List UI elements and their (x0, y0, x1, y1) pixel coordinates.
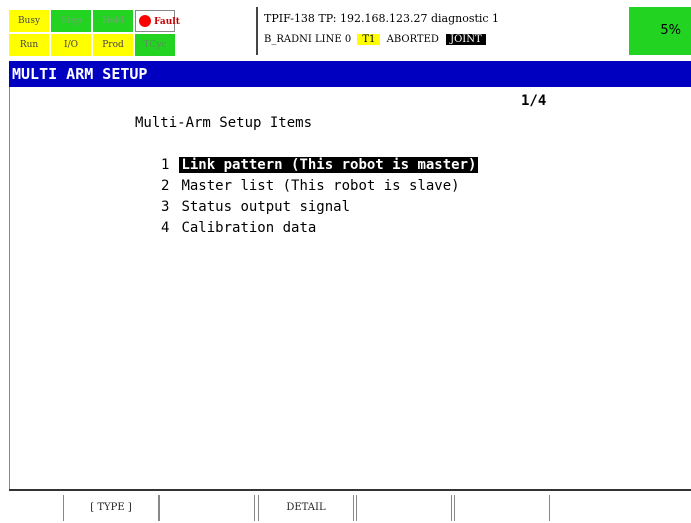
led-prod-label: Prod (102, 40, 124, 50)
led-hold-label: Hold (102, 16, 124, 26)
status-bar: Busy Step Hold Fault Run I/O Prod TCyc T… (9, 7, 691, 58)
f5-button[interactable] (454, 495, 550, 521)
program-status-line: B_RADNI LINE 0 T1 ABORTED JOINT (264, 34, 486, 45)
led-busy: Busy (9, 10, 49, 32)
menu-item-link-pattern[interactable]: 1 Link pattern (This robot is master) (161, 155, 479, 176)
f2-button[interactable] (159, 495, 255, 521)
coord-badge: JOINT (446, 34, 486, 45)
led-step-label: Step (60, 16, 82, 26)
menu-item-number: 4 (161, 220, 170, 236)
program-name: B_RADNI LINE 0 (264, 34, 352, 45)
menu-item-label: Link pattern (This robot is master) (179, 157, 479, 173)
led-run: Run (9, 34, 49, 56)
menu-item-number: 1 (161, 157, 170, 173)
led-tcyc: TCyc (135, 34, 175, 56)
menu-item-label: Calibration data (181, 220, 317, 236)
menu-item-number: 2 (161, 178, 170, 194)
led-hold: Hold (93, 10, 133, 32)
led-step: Step (51, 10, 91, 32)
menu-item-label: Master list (This robot is slave) (181, 178, 460, 194)
menu-item-number: 3 (161, 199, 170, 215)
led-io: I/O (51, 34, 91, 56)
led-prod: Prod (93, 34, 133, 56)
led-tcyc-label: TCyc (143, 40, 167, 50)
menu-item-label: Status output signal (181, 199, 351, 215)
led-fault: Fault (135, 10, 180, 32)
fault-indicator-icon (139, 15, 151, 27)
f1-type-button[interactable]: [ TYPE ] (63, 495, 159, 521)
info-panel: TPIF-138 TP: 192.168.123.27 diagnostic 1… (256, 7, 634, 55)
override-speed: 5% (629, 7, 691, 55)
menu-item-master-list[interactable]: 2 Master list (This robot is slave) (161, 176, 478, 197)
led-run-label: Run (19, 40, 39, 50)
led-io-label: I/O (64, 40, 78, 50)
setup-items-list: 1 Link pattern (This robot is master) 2 … (161, 155, 479, 239)
menu-item-calibration-data[interactable]: 4 Calibration data (161, 218, 478, 239)
f4-button[interactable] (356, 495, 452, 521)
tp-status-line: TPIF-138 TP: 192.168.123.27 diagnostic 1 (264, 12, 500, 25)
led-busy-label: Busy (17, 16, 41, 26)
led-fault-label: Fault (154, 17, 180, 27)
mode-badge: T1 (357, 34, 381, 45)
f3-detail-button[interactable]: DETAIL (258, 495, 354, 521)
page-indicator: 1/4 (521, 93, 547, 109)
function-key-bar: [ TYPE ] DETAIL (9, 489, 691, 523)
menu-item-status-output-signal[interactable]: 3 Status output signal (161, 197, 478, 218)
screen-heading: Multi-Arm Setup Items (135, 115, 313, 131)
execution-state: ABORTED (386, 34, 439, 45)
main-content: 1/4 Multi-Arm Setup Items 1 Link pattern… (9, 87, 691, 489)
screen-title: MULTI ARM SETUP (9, 61, 691, 87)
